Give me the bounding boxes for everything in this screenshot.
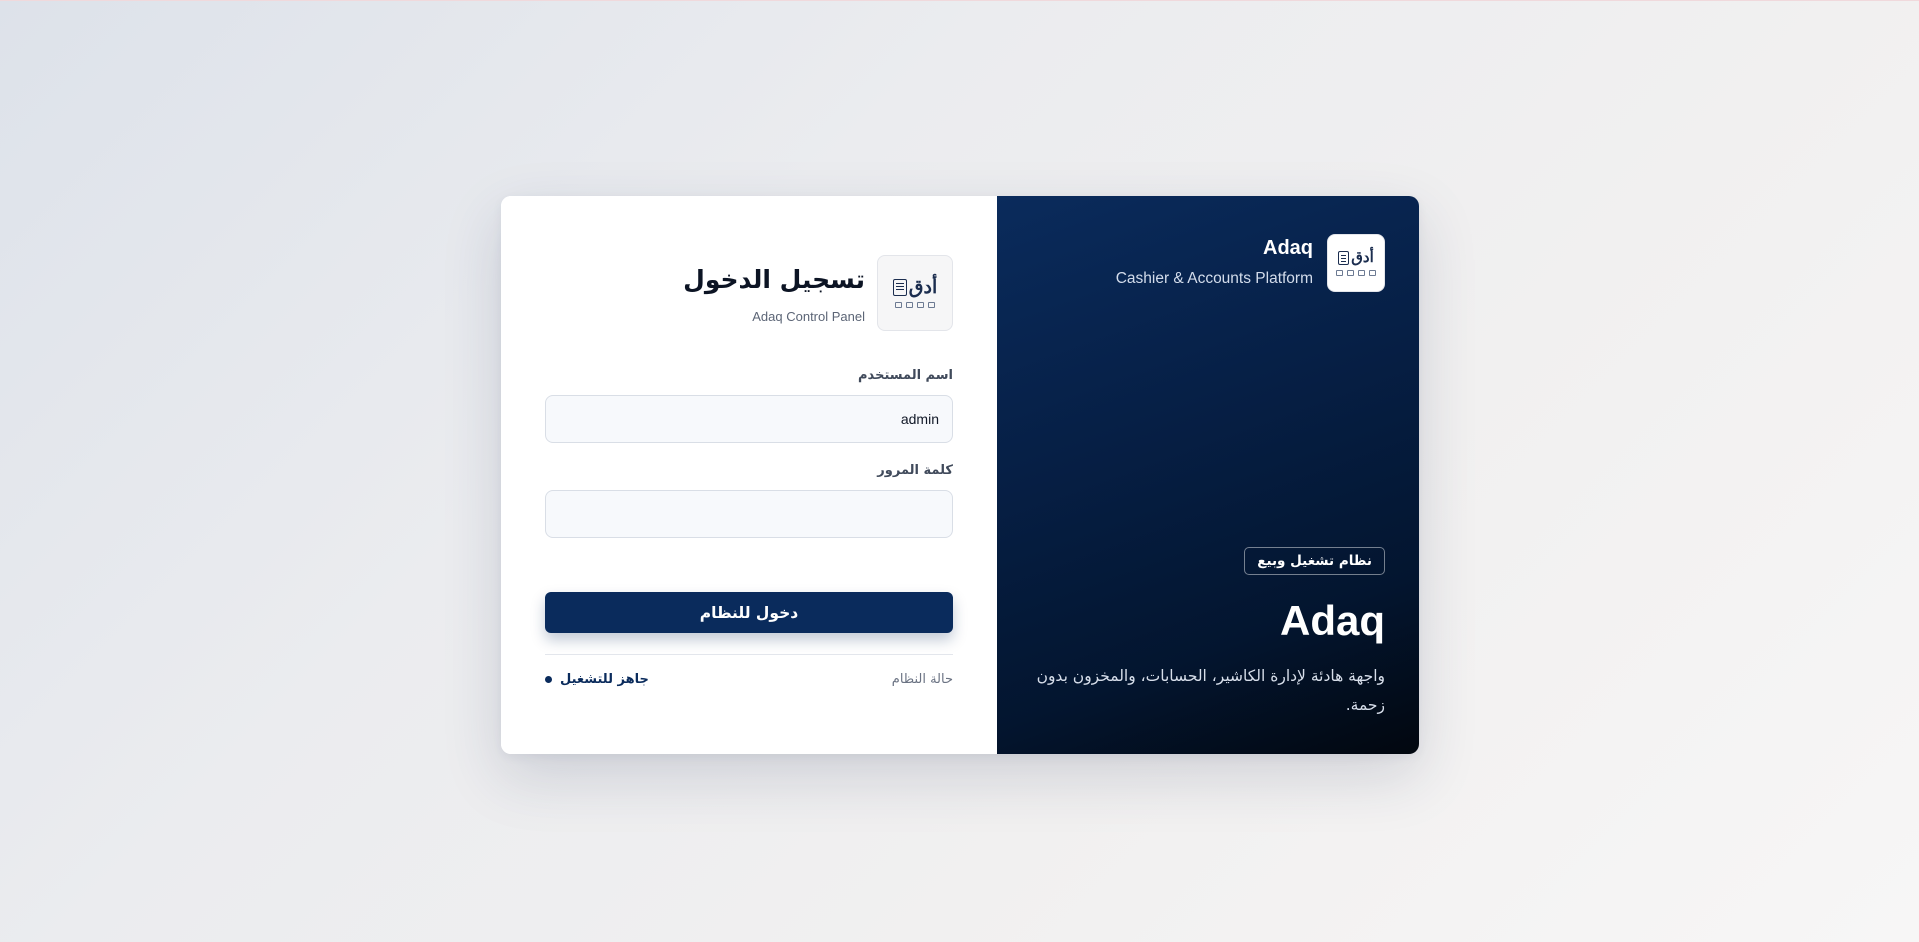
password-input[interactable] — [545, 490, 953, 538]
brand-logo: أدق — [1327, 234, 1385, 292]
brand-header: أدق Adaq Cashier & Accounts Platform — [1116, 234, 1385, 292]
brand-logo-text: أدق — [1351, 248, 1374, 266]
brand-titles: Adaq Cashier & Accounts Platform — [1116, 234, 1313, 288]
page-title: تسجيل الدخول — [683, 265, 865, 294]
login-header: أدق تسجيل الدخول Adaq Control Panel — [683, 255, 953, 331]
top-accent-line — [0, 0, 1919, 1]
system-status-row: حالة النظام جاهز للتشغيل — [545, 672, 953, 687]
password-label: كلمة المرور — [877, 463, 953, 478]
brand-name: Adaq — [1263, 237, 1313, 259]
page-subtitle: Adaq Control Panel — [752, 309, 865, 324]
adaq-logo-icon: أدق — [892, 276, 938, 298]
divider — [545, 654, 953, 655]
brand-subtitle: Cashier & Accounts Platform — [1115, 270, 1313, 287]
login-titles: تسجيل الدخول Adaq Control Panel — [683, 255, 865, 324]
login-submit-button[interactable]: دخول للنظام — [545, 592, 953, 633]
status-label: حالة النظام — [891, 672, 953, 687]
adaq-logo-icon: أدق — [1338, 250, 1374, 265]
status-text: جاهز للتشغيل — [560, 672, 649, 687]
username-input[interactable] — [545, 395, 953, 443]
logo-icon-strip — [1336, 270, 1376, 276]
login-card: أدق Adaq Cashier & Accounts Platform نظا… — [501, 196, 1419, 754]
login-logo: أدق — [877, 255, 953, 331]
system-badge: نظام تشغيل وبيع — [1244, 547, 1385, 575]
status-dot-icon — [545, 676, 552, 683]
document-icon — [1338, 250, 1350, 265]
login-logo-text: أدق — [908, 276, 938, 298]
brand-panel: أدق Adaq Cashier & Accounts Platform نظا… — [997, 196, 1419, 754]
status-value: جاهز للتشغيل — [545, 672, 649, 687]
document-icon — [892, 279, 907, 296]
logo-icon-strip — [895, 302, 935, 308]
hero-title: Adaq — [1280, 597, 1385, 644]
username-label: اسم المستخدم — [858, 368, 953, 383]
login-panel: أدق تسجيل الدخول Adaq Control Panel اسم … — [501, 196, 997, 754]
hero-description: واجهة هادئة لإدارة الكاشير، الحسابات، وا… — [1036, 667, 1385, 714]
